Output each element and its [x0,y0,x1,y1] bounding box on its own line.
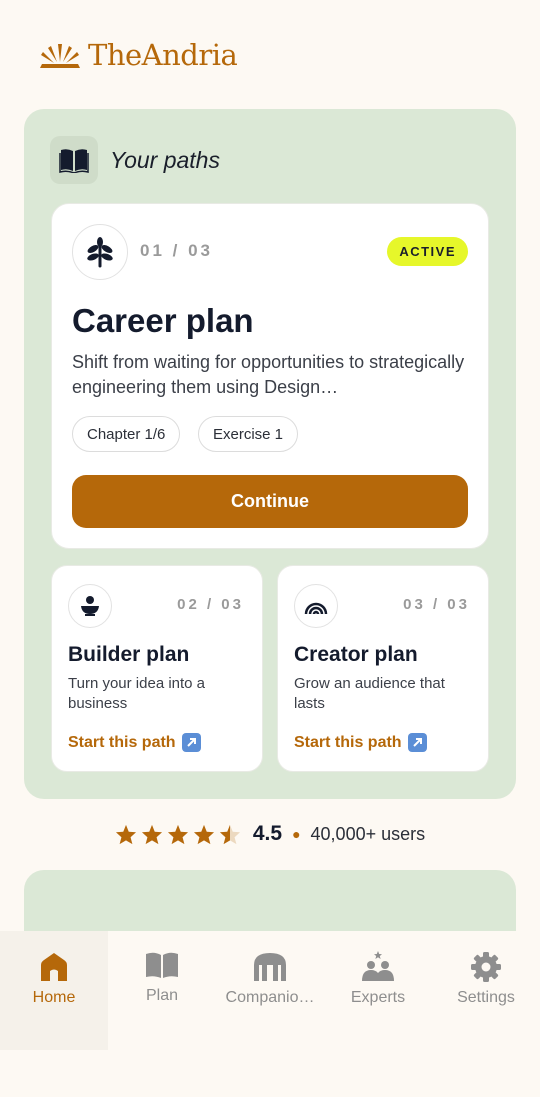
nav-label: Plan [145,987,179,1004]
career-plan-card[interactable]: 01 / 03 ACTIVE Career plan Shift from wa… [51,203,489,549]
builder-plan-card[interactable]: 02 / 03 Builder plan Turn your idea into… [51,565,263,772]
nav-experts[interactable]: Experts [324,931,432,1050]
start-path-link[interactable]: Start this path [294,733,427,752]
user-count: 40,000+ users [310,823,426,844]
brand-name: TheAndria [88,38,238,72]
book-icon [50,136,98,184]
sun-icon [40,44,80,68]
nav-settings[interactable]: Settings [432,931,540,1050]
continue-button[interactable]: Continue [72,475,468,528]
rating-value: 4.5 [252,822,283,845]
nav-label: Companio… [225,989,315,1006]
paths-header: Your paths [50,136,220,184]
experts-icon [362,951,394,981]
career-plan-description: Shift from waiting for opportunities to … [72,352,465,397]
creator-plan-description: Grow an audience that lasts [294,675,445,712]
arrow-up-right-icon [407,733,427,752]
nav-home[interactable]: Home [0,931,108,1050]
companion-icon [254,953,286,981]
builder-plan-title: Builder plan [68,643,190,666]
career-plan-title: Career plan [72,302,254,339]
book-icon [146,952,178,978]
creator-plan-title: Creator plan [294,643,418,666]
start-path-label: Start this path [294,733,402,751]
bottom-nav: Home Plan Companio… Experts Settings [0,931,540,1050]
home-icon [41,953,67,981]
star-icon [115,824,136,844]
nav-label: Settings [457,989,515,1006]
paths-panel: Your paths 01 / 03 ACTIVE Career plan Sh… [24,109,516,799]
rating-stars [115,824,241,845]
arrow-up-right-icon [181,733,201,752]
creator-plan-card[interactable]: 03 / 03 Creator plan Grow an audience th… [277,565,489,772]
path-counter: 03 / 03 [403,596,470,613]
chapter-chip: Chapter 1/6 [72,416,181,452]
builder-plan-description: Turn your idea into a business [68,675,206,712]
star-icon [167,824,188,844]
exercise-chip: Exercise 1 [198,416,299,452]
start-path-label: Start this path [68,733,176,751]
start-path-link[interactable]: Start this path [68,733,201,752]
star-icon [141,824,162,844]
sprout-icon [72,224,128,280]
nav-label: Experts [350,989,406,1006]
nav-plan[interactable]: Plan [108,931,216,1050]
half-star-icon [219,824,240,844]
paths-title: Your paths [110,146,220,173]
separator-dot: ● [292,826,301,842]
nav-companion[interactable]: Companio… [216,931,324,1050]
rainbow-icon [294,584,338,628]
builder-icon [68,584,112,628]
path-counter: 02 / 03 [177,596,244,613]
status-badge: ACTIVE [387,237,468,266]
rating-row: 4.5 ● 40,000+ users [0,822,540,846]
nav-label: Home [32,989,76,1006]
gear-icon [471,952,501,982]
star-icon [193,824,214,844]
path-counter: 01 / 03 [140,241,213,260]
brand-logo: TheAndria [38,38,238,72]
